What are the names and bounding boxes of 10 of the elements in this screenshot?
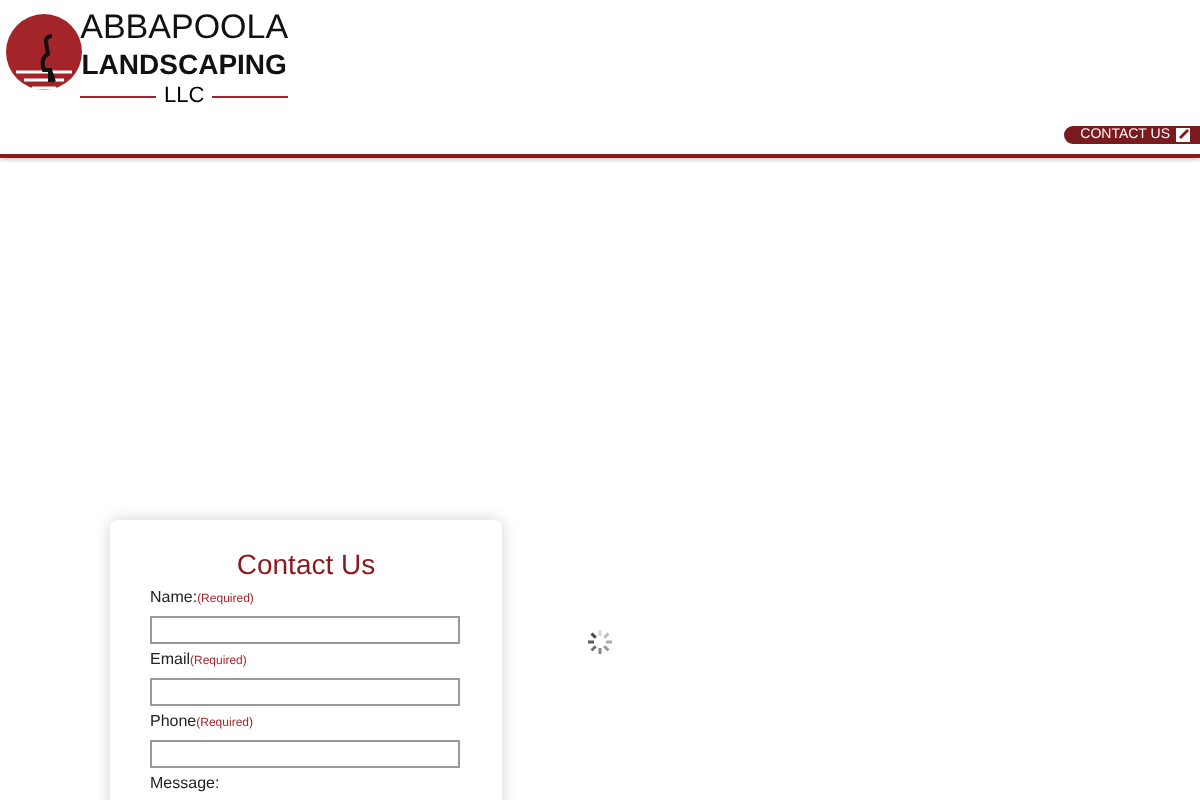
edit-icon <box>1176 128 1192 142</box>
input-field[interactable] <box>150 740 460 768</box>
loading-spinner-icon <box>586 628 614 656</box>
field-label: Message: <box>150 774 222 794</box>
input-field[interactable] <box>150 678 460 706</box>
input-field[interactable] <box>150 616 460 644</box>
form-title: Contact Us <box>234 548 378 580</box>
logo-wordmark: LANDSCAPING <box>81 46 287 84</box>
logo-wordmark: LLC <box>164 84 205 110</box>
logo-wordmark: ABBAPOOLA <box>80 8 289 46</box>
